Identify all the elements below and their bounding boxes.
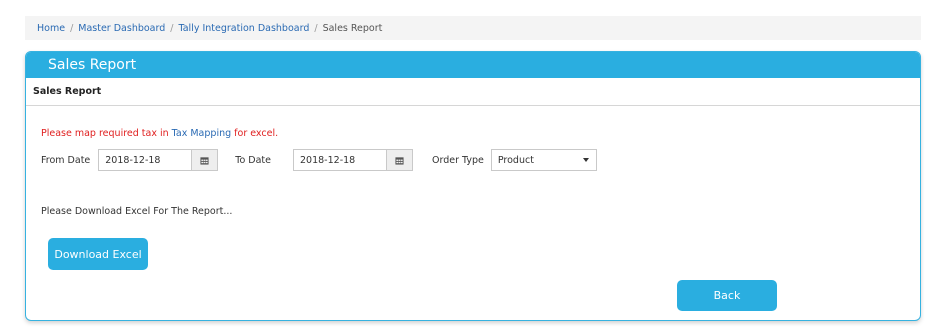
warning-prefix: Please map required tax in (41, 128, 172, 139)
calendar-icon (395, 156, 404, 165)
order-type-select[interactable]: Product (490, 149, 597, 171)
order-type-value: Product (497, 154, 534, 166)
to-date-calendar-button[interactable] (386, 150, 412, 170)
breadcrumb-master-dashboard-link[interactable]: Master Dashboard (78, 23, 165, 34)
to-date-group (293, 149, 413, 171)
breadcrumb-separator: / (314, 22, 318, 34)
breadcrumb-separator: / (170, 22, 174, 34)
panel-subtitle: Sales Report (26, 78, 920, 106)
from-date-label: From Date (41, 154, 91, 166)
breadcrumb-home-link[interactable]: Home (37, 23, 65, 34)
to-date-label: To Date (235, 154, 271, 166)
order-type-label: Order Type (432, 154, 484, 166)
from-date-calendar-button[interactable] (191, 150, 218, 170)
download-excel-button[interactable]: Download Excel (48, 238, 148, 270)
caret-down-icon (582, 158, 589, 162)
breadcrumb: Home / Master Dashboard / Tally Integrat… (25, 16, 921, 40)
breadcrumb-tally-dashboard-link[interactable]: Tally Integration Dashboard (178, 23, 309, 34)
warning-suffix: for excel. (231, 128, 279, 139)
panel-title: Sales Report (26, 52, 920, 78)
calendar-icon (200, 156, 209, 165)
from-date-group (98, 149, 219, 171)
sales-report-panel: Sales Report Sales Report Please map req… (25, 51, 921, 321)
tax-mapping-link[interactable]: Tax Mapping (172, 128, 231, 139)
filter-row: From Date To Date (41, 149, 597, 171)
back-button[interactable]: Back (677, 280, 777, 311)
tax-mapping-warning: Please map required tax in Tax Mapping f… (41, 128, 278, 139)
from-date-input[interactable] (99, 150, 192, 170)
breadcrumb-separator: / (70, 22, 74, 34)
download-info-text: Please Download Excel For The Report... (41, 206, 233, 217)
to-date-input[interactable] (294, 150, 386, 170)
breadcrumb-current: Sales Report (322, 22, 383, 34)
